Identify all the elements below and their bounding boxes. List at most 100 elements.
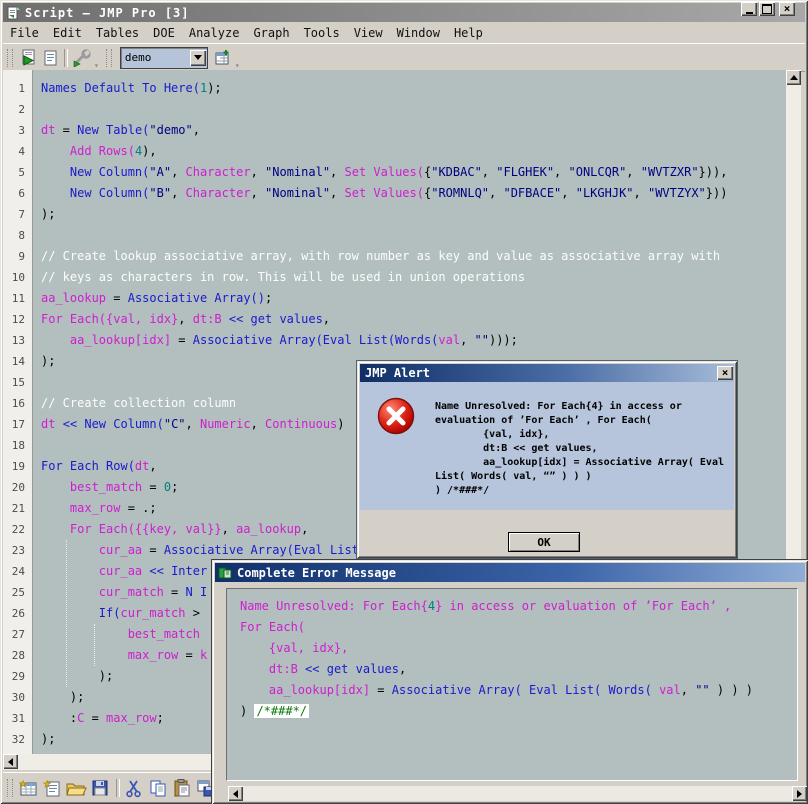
save-to-data-table-button[interactable] xyxy=(212,47,234,69)
minimize-button[interactable] xyxy=(741,2,757,16)
line-number-gutter: 1 2 3 4 5 6 7 8 9 10 11 12 13 14 15 16 17 18 19 20 21 22 23 24 2… xyxy=(3,70,33,754)
open-folder-icon xyxy=(66,783,87,795)
line-number: 16 xyxy=(11,397,25,410)
menu-window[interactable]: Window xyxy=(390,24,447,42)
line-number: 30 xyxy=(11,691,25,704)
error-message-panel[interactable]: Name Unresolved: For Each{4} in access o… xyxy=(226,588,798,781)
menu-tools[interactable]: Tools xyxy=(297,24,347,42)
script-combo[interactable]: demo xyxy=(119,46,208,69)
ok-button[interactable]: OK xyxy=(508,532,580,552)
scroll-up-button[interactable] xyxy=(786,70,801,85)
line-number: 2 xyxy=(18,103,25,116)
line-number: 8 xyxy=(18,229,25,242)
toolbar-grip[interactable] xyxy=(7,778,13,797)
paste-button[interactable] xyxy=(171,777,193,799)
alert-message-line: Name Unresolved: For Each{4} in access o… xyxy=(435,401,682,412)
toolbar-overflow-chevron[interactable]: ▾ xyxy=(235,61,240,70)
error-window-title: Complete Error Message xyxy=(237,565,396,580)
menu-graph[interactable]: Graph xyxy=(246,24,296,42)
line-number: 14 xyxy=(11,355,25,368)
line-number: 18 xyxy=(11,439,25,452)
error-horizontal-scrollbar[interactable] xyxy=(228,786,807,801)
combo-dropdown-button[interactable] xyxy=(189,49,206,66)
open-button[interactable] xyxy=(65,777,87,799)
alert-body: Name Unresolved: For Each{4} in access o… xyxy=(360,382,734,510)
menu-view[interactable]: View xyxy=(347,24,390,42)
close-button[interactable]: × xyxy=(779,2,795,16)
line-number: 1 xyxy=(18,82,25,95)
copy-button[interactable] xyxy=(147,777,169,799)
line-number: 7 xyxy=(18,208,25,221)
error-message-line: For Each( xyxy=(240,620,306,634)
line-number: 15 xyxy=(11,376,25,389)
svg-text:★: ★ xyxy=(43,779,51,789)
new-script-window-button[interactable]: ★ xyxy=(41,777,63,799)
code-line: // keys as characters in row. This will … xyxy=(41,270,526,284)
run-script-icon xyxy=(22,49,34,66)
line-number: 12 xyxy=(11,313,25,326)
menu-bar: File Edit Tables DOE Analyze Graph Tools View Wi… xyxy=(3,22,805,43)
alert-message-line: List( Words( val, “” ) ) ) xyxy=(435,471,592,482)
code-line: Names Default To Here(1); xyxy=(41,81,222,95)
debug-script-button[interactable] xyxy=(71,47,93,69)
cut-button[interactable] xyxy=(123,777,145,799)
code-line: New Column("B", Character, "Nominal", Se… xyxy=(69,186,728,200)
toolbar-grip[interactable] xyxy=(7,48,13,67)
maximize-button[interactable] xyxy=(759,2,775,16)
cut-scissors-icon xyxy=(126,780,141,797)
error-message-line: aa_lookup[idx] = Associative Array( Eval… xyxy=(268,683,754,697)
line-number: 13 xyxy=(11,334,25,347)
svg-text:★: ★ xyxy=(19,779,27,789)
toolbar-grip[interactable] xyxy=(105,48,112,67)
menu-edit[interactable]: Edit xyxy=(46,24,89,42)
menu-help[interactable]: Help xyxy=(447,24,490,42)
window-title: Script – JMP Pro [3] xyxy=(25,5,190,20)
new-script-button[interactable] xyxy=(39,47,61,69)
scroll-left-button[interactable] xyxy=(3,754,18,769)
error-message-line: {val, idx}, xyxy=(240,641,349,655)
line-number: 27 xyxy=(11,628,25,641)
save-button[interactable] xyxy=(89,777,111,799)
alert-titlebar[interactable]: JMP Alert xyxy=(360,364,734,382)
paste-clipboard-icon xyxy=(174,778,190,796)
line-number: 11 xyxy=(11,292,25,305)
code-line: // Create lookup associative array, with… xyxy=(41,249,721,263)
error-window-titlebar[interactable]: Complete Error Message xyxy=(215,563,805,582)
error-message-line: dt:B << get values, xyxy=(268,662,407,676)
new-data-table-button[interactable]: ★ xyxy=(17,777,39,799)
toolbar-separator xyxy=(64,48,68,67)
titlebar[interactable]: Script – JMP Pro [3] xyxy=(3,3,805,22)
script-page-icon xyxy=(44,50,56,65)
arrow-left-icon xyxy=(233,789,238,798)
line-number: 25 xyxy=(11,586,25,599)
line-number: 20 xyxy=(11,481,25,494)
menu-tables[interactable]: Tables xyxy=(89,24,146,42)
toolbar-overflow-chevron[interactable]: ▾ xyxy=(94,61,99,70)
complete-error-window: Complete Error Message Name Unresolved: … xyxy=(211,559,808,804)
run-script-button[interactable] xyxy=(17,47,39,69)
line-number: 24 xyxy=(11,565,25,578)
line-number: 31 xyxy=(11,712,25,725)
arrow-right-icon xyxy=(797,789,802,798)
wrench-icon xyxy=(73,48,91,67)
arrow-left-icon xyxy=(8,757,13,766)
menu-analyze[interactable]: Analyze xyxy=(182,24,247,42)
jmp-alert-dialog: JMP Alert × Name Unresolved: For Each{4}… xyxy=(356,360,738,559)
new-script-icon: ★ xyxy=(43,778,60,796)
menu-doe[interactable]: DOE xyxy=(146,24,182,42)
alert-close-button[interactable]: × xyxy=(717,366,733,380)
error-message-line: ) /*###*/ xyxy=(240,704,310,718)
minimize-icon xyxy=(745,11,753,14)
maximize-icon xyxy=(762,4,772,14)
screen: { "window": { "title": "Script \u2013 JM… xyxy=(0,0,808,804)
code-line: For Each({val, idx}, dt:B << get values, xyxy=(41,312,331,326)
alert-message-line: {val, idx}, xyxy=(435,429,550,440)
scroll-left-button[interactable] xyxy=(228,786,243,801)
scroll-right-button[interactable] xyxy=(792,786,807,801)
line-number: 10 xyxy=(11,271,25,284)
close-icon: × xyxy=(721,366,729,379)
menu-file[interactable]: File xyxy=(3,24,46,42)
script-window-icon xyxy=(7,6,20,19)
